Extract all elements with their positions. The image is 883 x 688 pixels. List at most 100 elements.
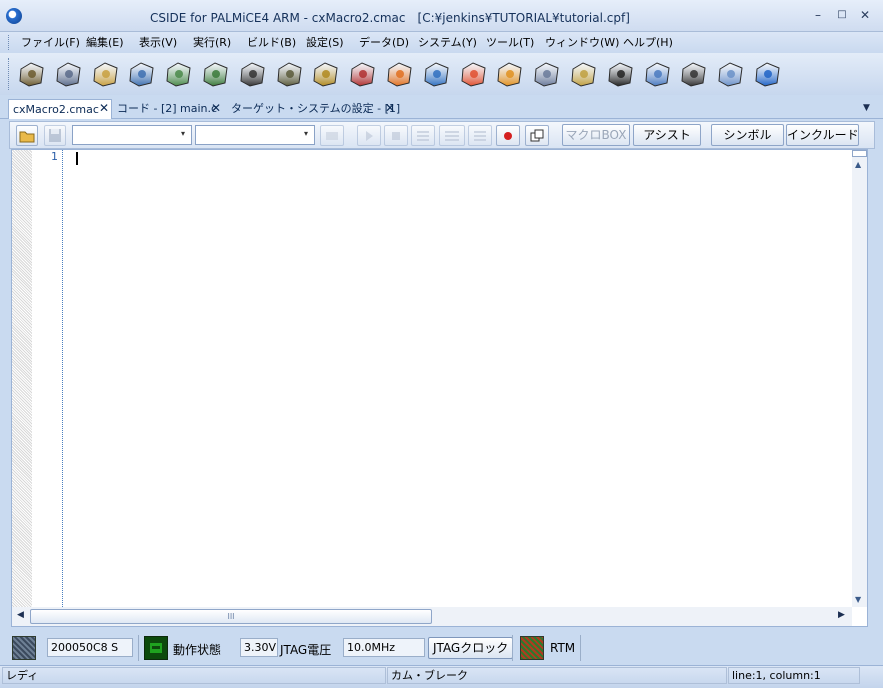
include-button[interactable]: インクルード — [786, 124, 859, 146]
vertical-scrollbar[interactable] — [852, 150, 867, 607]
folder-icon-glyph — [93, 62, 118, 87]
go-icon[interactable] — [459, 59, 489, 89]
open-project-icon[interactable] — [17, 59, 47, 89]
tab-close-icon[interactable]: ✕ — [98, 101, 110, 115]
rebuild-icon[interactable] — [348, 59, 378, 89]
app-icon[interactable] — [6, 8, 22, 24]
macro-combo-2[interactable] — [195, 125, 315, 145]
step-over-button[interactable] — [439, 125, 465, 146]
open-folder-icon[interactable] — [54, 59, 84, 89]
memory-chip-icon[interactable] — [643, 59, 673, 89]
source-file-icon[interactable] — [201, 59, 231, 89]
save-file-button[interactable] — [44, 125, 66, 146]
menu-grip[interactable] — [8, 35, 11, 50]
tab-cxmacro2[interactable]: cxMacro2.cmac — [8, 99, 112, 119]
status-ready: レディ — [2, 667, 386, 684]
step-out-icon[interactable] — [569, 59, 599, 89]
menu-view[interactable]: 表示(V) — [135, 34, 181, 51]
download-icon[interactable] — [385, 59, 415, 89]
cloud-icon[interactable] — [716, 59, 746, 89]
vertical-scroll-thumb[interactable] — [852, 150, 867, 157]
step-over-icon-glyph — [534, 62, 559, 87]
document-list-icon[interactable] — [164, 59, 194, 89]
build-icon[interactable] — [311, 59, 341, 89]
menu-build[interactable]: ビルド(B) — [243, 34, 300, 51]
open-file-button[interactable] — [16, 125, 38, 146]
toolbar-grip[interactable] — [8, 58, 11, 90]
reset-icon[interactable] — [422, 59, 452, 89]
trace-icon[interactable] — [679, 59, 709, 89]
step-icon[interactable] — [495, 59, 525, 89]
menu-settings[interactable]: 設定(S) — [302, 34, 348, 51]
macro-window-button[interactable] — [525, 125, 549, 146]
jtag-clock-button[interactable]: JTAGクロック — [428, 637, 514, 659]
floppy-disk-icon-glyph — [240, 62, 265, 87]
code-editor[interactable] — [11, 149, 868, 627]
tab-main-c[interactable]: コード - [2] main.c — [113, 99, 221, 119]
floppy-disk-icon[interactable] — [238, 59, 268, 89]
menu-tools[interactable]: ツール(T) — [482, 34, 538, 51]
open-folder-icon — [19, 131, 35, 143]
scroll-up-icon[interactable]: ▲ — [855, 160, 861, 169]
stop-icon-glyph — [608, 62, 633, 87]
play-macro-button[interactable] — [357, 125, 381, 146]
record-macro-button[interactable] — [496, 125, 520, 146]
step-out-button[interactable] — [468, 125, 492, 146]
assist-button[interactable]: アシスト — [633, 124, 701, 146]
help-globe-icon-glyph — [755, 62, 780, 87]
step-icon-glyph — [497, 62, 522, 87]
download-icon-glyph — [387, 62, 412, 87]
run-state-label: 動作状態 — [173, 643, 222, 657]
reset-icon-glyph — [424, 62, 449, 87]
pc-address: 200050C8 S — [47, 638, 133, 657]
divider — [580, 635, 581, 661]
status-cam-break: カム・ブレーク — [387, 667, 727, 684]
symbol-button[interactable]: シンボル — [711, 124, 784, 146]
books-icon[interactable] — [127, 59, 157, 89]
rtm-status-icon — [520, 636, 544, 660]
windows-icon — [530, 129, 544, 142]
line-number: 1 — [51, 150, 58, 163]
menu-edit[interactable]: 編集(E) — [82, 34, 128, 51]
jtag-voltage-value: 3.30V — [240, 638, 278, 657]
scroll-left-icon[interactable]: ◀ — [17, 610, 24, 620]
minimize-button[interactable]: – — [808, 6, 828, 24]
tab-close-icon[interactable]: ✕ — [384, 101, 396, 115]
search-magnifier-icon[interactable] — [275, 59, 305, 89]
stop-icon[interactable] — [606, 59, 636, 89]
step-into-button[interactable] — [411, 125, 435, 146]
menu-file[interactable]: ファイル(F) — [17, 34, 84, 51]
folder-icon[interactable] — [91, 59, 121, 89]
tab-target-settings[interactable]: ターゲット・システムの設定 - [1] — [227, 99, 404, 119]
tab-list-dropdown-icon[interactable]: ▼ — [863, 103, 870, 113]
chevron-down-icon[interactable]: ▾ — [181, 129, 185, 138]
menu-window[interactable]: ウィンドウ(W) — [541, 34, 623, 51]
document-list-icon-glyph — [166, 62, 191, 87]
maximize-button[interactable]: □ — [832, 6, 852, 24]
horizontal-scroll-thumb[interactable]: III — [30, 609, 432, 624]
status-cursor-position: line:1, column:1 — [728, 667, 860, 684]
scroll-right-icon[interactable]: ▶ — [838, 610, 845, 620]
menu-run[interactable]: 実行(R) — [189, 34, 235, 51]
stop-macro-button[interactable] — [384, 125, 408, 146]
macro-box-button[interactable]: マクロBOX — [562, 124, 630, 146]
record-icon — [504, 132, 512, 140]
jtag-clock-value: 10.0MHz — [343, 638, 425, 657]
help-globe-icon[interactable] — [753, 59, 783, 89]
scroll-down-icon[interactable]: ▼ — [855, 595, 861, 604]
chip-icon — [150, 643, 162, 653]
breakpoint-margin[interactable] — [12, 150, 32, 607]
step-out-icon-glyph — [571, 62, 596, 87]
close-button[interactable]: ✕ — [855, 6, 875, 24]
macro-combo-1[interactable] — [72, 125, 192, 145]
menu-help[interactable]: ヘルプ(H) — [619, 34, 677, 51]
cloud-icon-glyph — [718, 62, 743, 87]
memory-chip-icon-glyph — [645, 62, 670, 87]
save-icon — [49, 129, 61, 142]
chevron-down-icon[interactable]: ▾ — [304, 129, 308, 138]
tab-close-icon[interactable]: ✕ — [210, 101, 222, 115]
macro-tool-button[interactable] — [320, 125, 344, 146]
step-over-icon[interactable] — [532, 59, 562, 89]
menu-system[interactable]: システム(Y) — [414, 34, 481, 51]
menu-data[interactable]: データ(D) — [355, 34, 413, 51]
